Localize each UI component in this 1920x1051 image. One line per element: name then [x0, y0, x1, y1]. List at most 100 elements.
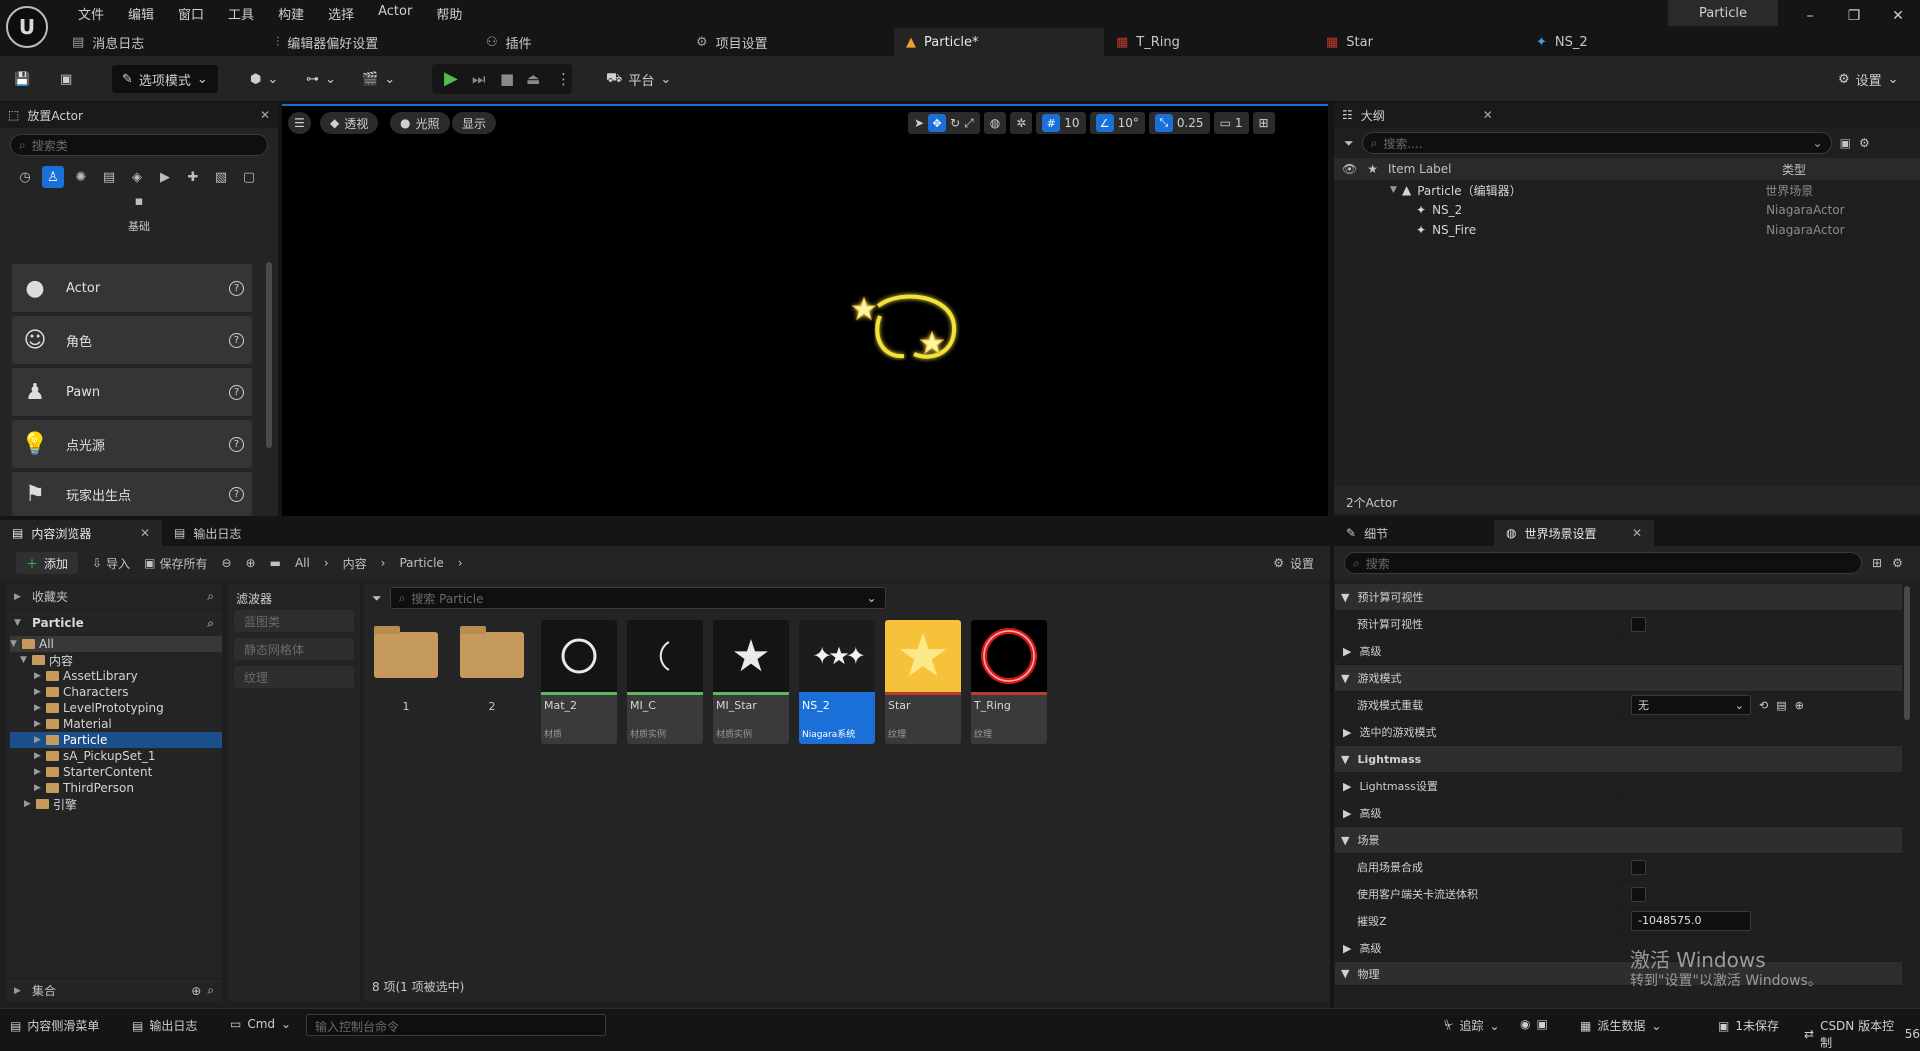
filter-blueprint[interactable]: 蓝图类	[234, 610, 354, 632]
asset-tile-tring[interactable]: T_Ring 纹理	[971, 620, 1047, 744]
select-icon[interactable]: ➤	[914, 116, 924, 130]
tree-item-folder[interactable]: ▶ AssetLibrary	[10, 668, 222, 684]
add-actor-button[interactable]: ⬢ ⌄	[250, 65, 278, 93]
basic-icon[interactable]: ♙	[42, 166, 64, 188]
tab-ns-2[interactable]: ✦ NS_2	[1524, 28, 1734, 56]
table-view-icon[interactable]: ⊞	[1872, 556, 1882, 570]
save-icon[interactable]: 💾	[14, 65, 30, 93]
tree-item-folder[interactable]: ▶ sA_PickupSet_1	[10, 748, 222, 764]
recent-icon[interactable]: ◷	[14, 166, 36, 188]
root-header[interactable]: ▼ Particle ⌕	[6, 610, 222, 636]
scrollbar[interactable]	[1904, 586, 1910, 720]
filter-icon[interactable]: ⏷	[372, 591, 382, 606]
asset-tile-star[interactable]: ★ Star 纹理	[885, 620, 961, 744]
rotation-snap-button[interactable]: ∠ 10°	[1089, 112, 1145, 134]
lighting-button[interactable]: ● 光照	[390, 112, 450, 134]
play-icon[interactable]: ▶	[444, 68, 458, 89]
actor-item-player-start[interactable]: ⚑ 玩家出生点 ?	[12, 472, 252, 516]
place-actors-search[interactable]: ⌕ 搜索类	[10, 134, 268, 156]
folder-icon[interactable]: ▬	[270, 556, 281, 570]
precomputed-visibility-checkbox[interactable]	[1631, 616, 1646, 632]
trace-button[interactable]: ⏧ 追踪 ⌄	[1444, 1017, 1500, 1034]
asset-tile-mistar[interactable]: ★ MI_Star 材质实例	[713, 620, 789, 744]
tab-t-ring[interactable]: ▦ T_Ring	[1104, 28, 1314, 56]
level-viewport[interactable]: ☰ ◆ 透视 ● 光照 显示 ➤ ✥ ↻ ⤢ ◍ ✲ #10 ∠ 10° ⤡ 0.25 …	[282, 104, 1328, 516]
menu-tools[interactable]: 工具	[216, 4, 266, 23]
tab-world-settings[interactable]: ◍ 世界场景设置 ✕	[1494, 520, 1654, 546]
console-input[interactable]: 输入控制台命令	[306, 1014, 606, 1036]
filter-texture[interactable]: 纹理	[234, 666, 354, 688]
scrollbar[interactable]	[266, 262, 272, 448]
actor-item-pawn[interactable]: ♟ Pawn ?	[12, 368, 252, 416]
tab-star[interactable]: ▦ Star	[1314, 28, 1524, 56]
menu-file[interactable]: 文件	[66, 4, 116, 23]
unsaved-button[interactable]: ▣ 1未保存	[1718, 1017, 1779, 1034]
game-mode-override-dropdown[interactable]: 无 ⌄	[1631, 695, 1751, 715]
history-forward-icon[interactable]: ⊕	[246, 556, 256, 570]
translate-icon[interactable]: ✥	[928, 114, 947, 132]
tree-item-folder-selected[interactable]: ▶ Particle	[10, 732, 222, 748]
step-icon[interactable]: ⏭	[472, 70, 486, 88]
add-folder-icon[interactable]: ▣	[1840, 136, 1851, 150]
menu-help[interactable]: 帮助	[424, 4, 474, 23]
search-icon[interactable]: ⌕	[207, 983, 214, 998]
close-icon[interactable]: ✕	[140, 526, 150, 540]
asset-search[interactable]: ⌕ 搜索 Particle ⌄	[389, 587, 886, 609]
outliner-search[interactable]: ⌕ 搜索.... ⌄	[1361, 132, 1832, 154]
cinematics-button[interactable]: 🎬 ⌄	[362, 65, 395, 93]
actor-item-point-light[interactable]: 💡 点光源 ?	[12, 420, 252, 468]
tab-plugins[interactable]: ⚇ 插件	[474, 28, 684, 56]
perspective-button[interactable]: ◆ 透视	[320, 112, 379, 134]
advanced-row[interactable]: ▶ 高级	[1335, 800, 1902, 827]
blueprint-button[interactable]: ⊶ ⌄	[306, 65, 336, 93]
shapes-icon[interactable]: ▢	[238, 166, 260, 188]
outliner-row-nsfire[interactable]: ✦ NS_Fire NiagaraActor	[1334, 220, 1920, 240]
viewport-menu-button[interactable]: ☰	[288, 112, 311, 134]
favorites-header[interactable]: ▶ 收藏夹 ⌕	[6, 584, 222, 610]
content-drawer-button[interactable]: ▤ 内容侧滑菜单	[10, 1017, 99, 1034]
output-log-button[interactable]: ▤ 输出日志	[132, 1017, 197, 1034]
all-classes-icon[interactable]: ▧	[210, 166, 232, 188]
details-search[interactable]: ⌕ 搜索	[1344, 552, 1862, 574]
cmd-selector[interactable]: ▭ Cmd ⌄	[230, 1017, 291, 1031]
tree-item-all[interactable]: ▼ All	[10, 636, 222, 652]
gear-icon[interactable]: ⚙	[1859, 136, 1870, 150]
more-options-icon[interactable]: ⋮	[556, 70, 571, 88]
search-icon[interactable]: ⌕	[207, 616, 214, 631]
camera-speed-button[interactable]: ▭ 1	[1213, 112, 1249, 134]
browse-icon[interactable]: ▣	[60, 65, 72, 93]
column-item-label[interactable]: Item Label	[1388, 162, 1772, 176]
grid-snap-button[interactable]: #10	[1036, 112, 1086, 134]
asset-tile-mat2[interactable]: Mat_2 材质	[541, 620, 617, 744]
client-streaming-checkbox[interactable]	[1631, 886, 1646, 902]
help-icon[interactable]: ?	[229, 280, 244, 296]
tree-item-folder[interactable]: ▶ ThirdPerson	[10, 780, 222, 796]
tree-item-engine[interactable]: ▶ 引擎	[10, 796, 222, 812]
content-settings-button[interactable]: ⚙ 设置	[1273, 555, 1314, 572]
save-all-button[interactable]: ▣ 保存所有	[144, 555, 207, 572]
tree-item-content[interactable]: ▼ 内容	[10, 652, 222, 668]
section-lightmass[interactable]: ▼ Lightmass	[1335, 746, 1902, 773]
advanced-row[interactable]: ▶ 高级	[1335, 935, 1902, 962]
visual-effects-icon[interactable]: ◈	[126, 166, 148, 188]
platform-button[interactable]: ⛟ 平台 ⌄	[606, 65, 671, 93]
section-world[interactable]: ▼ 场景	[1335, 827, 1902, 854]
tab-project-settings[interactable]: ⚙ 项目设置	[684, 28, 894, 56]
advanced-row[interactable]: ▶ 高级	[1335, 638, 1902, 665]
tree-item-folder[interactable]: ▶ StarterContent	[10, 764, 222, 780]
rotate-icon[interactable]: ↻	[950, 116, 960, 130]
kill-z-input[interactable]: -1048575.0	[1631, 911, 1751, 931]
actor-item-character[interactable]: ☺ 角色 ?	[12, 316, 252, 364]
menu-actor[interactable]: Actor	[366, 4, 424, 23]
scale-icon[interactable]: ⤢	[964, 116, 974, 131]
search-icon[interactable]: ⌕	[207, 589, 214, 604]
visibility-icon[interactable]: 👁	[1342, 162, 1357, 176]
mode-selector[interactable]: ✎ 选项模式 ⌄	[112, 65, 218, 93]
browse-folder-icon[interactable]: ▤	[1776, 699, 1786, 712]
source-control-button[interactable]: ⇄ CSDN 版本控制 56	[1804, 1017, 1920, 1051]
menu-build[interactable]: 构建	[266, 4, 316, 23]
tree-item-folder[interactable]: ▶ Material	[10, 716, 222, 732]
reset-arrow-icon[interactable]: ⟲	[1759, 699, 1768, 712]
tab-editor-preferences[interactable]: ⫶ 编辑器偏好设置	[264, 28, 474, 56]
tree-item-folder[interactable]: ▶ Characters	[10, 684, 222, 700]
